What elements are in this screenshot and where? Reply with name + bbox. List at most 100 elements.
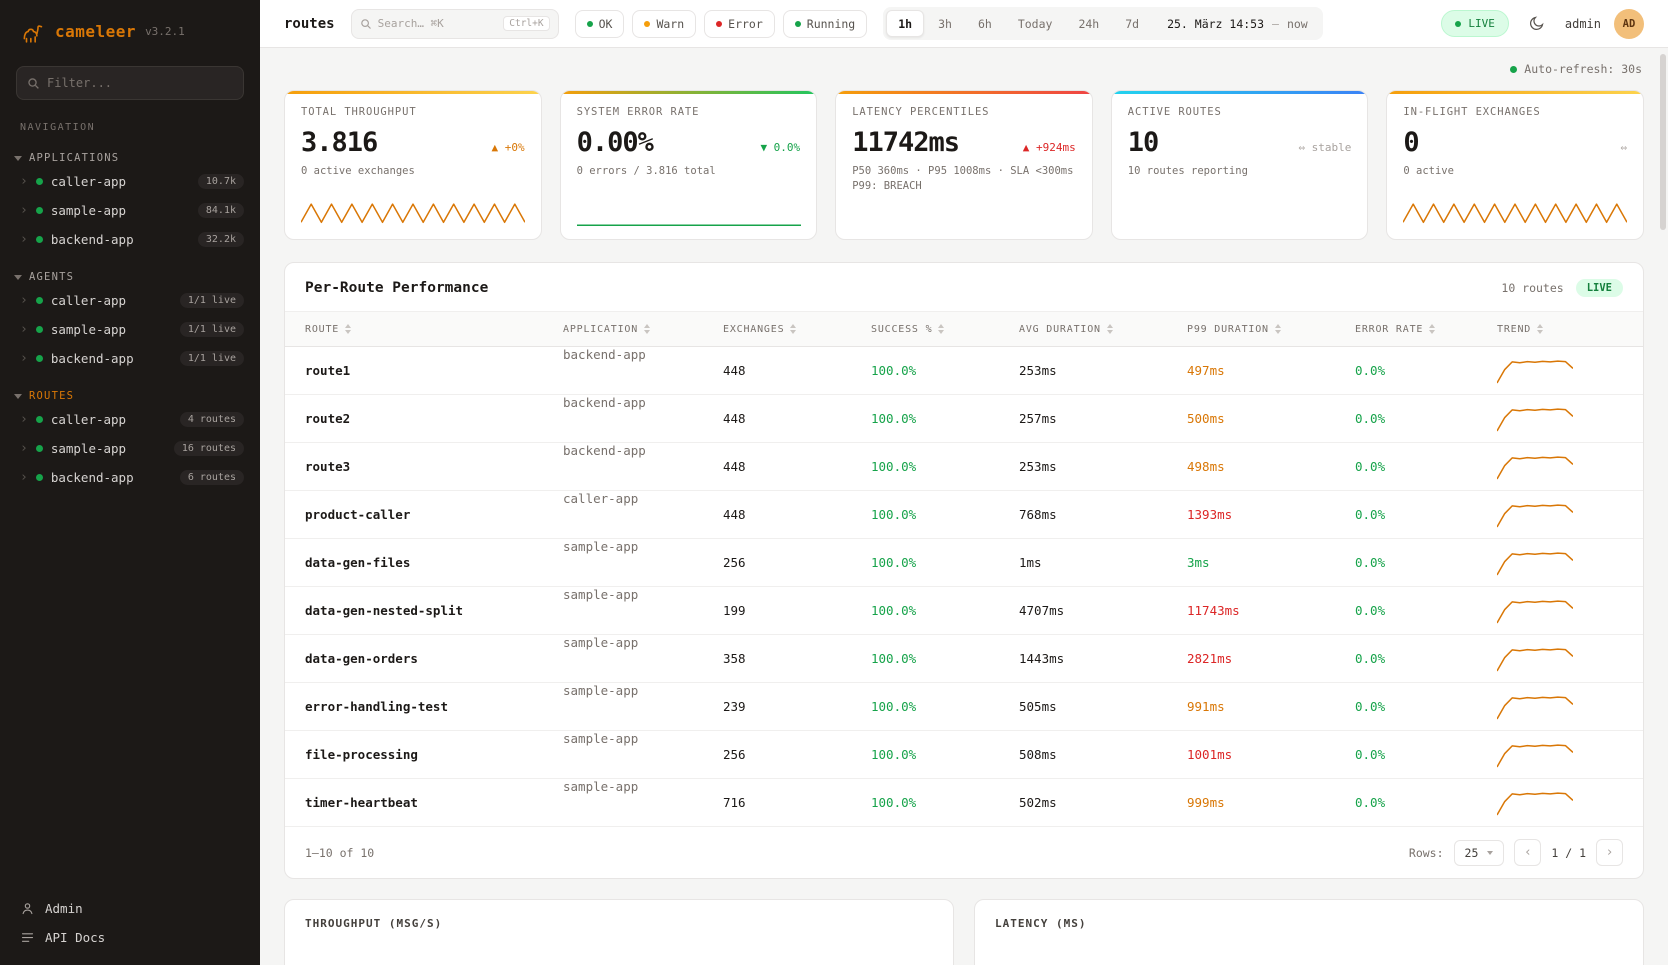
caret-down-icon — [14, 394, 22, 399]
column-header[interactable]: EXCHANGES — [723, 324, 871, 335]
sidebar-item-label: backend-app — [51, 232, 190, 247]
page-indicator: 1 / 1 — [1551, 846, 1586, 860]
scrollbar[interactable] — [1660, 54, 1666, 230]
column-header[interactable]: TREND — [1497, 324, 1623, 335]
global-search: Ctrl+K — [351, 9, 559, 39]
filter-chip[interactable]: Running — [783, 10, 867, 38]
section-header-applications[interactable]: APPLICATIONS — [0, 149, 260, 167]
range-button[interactable]: 3h — [926, 10, 964, 37]
avatar[interactable]: AD — [1614, 9, 1644, 39]
trend-sparkline — [1497, 404, 1573, 434]
column-header[interactable]: AVG DURATION — [1019, 324, 1187, 335]
table-row[interactable]: file-processing sample-app 256 100.0% 50… — [285, 731, 1643, 779]
date-range-display[interactable]: 25. März 14:53 — now — [1153, 17, 1320, 31]
column-header-label: SUCCESS % — [871, 324, 932, 335]
error-rate-sparkline — [577, 199, 801, 229]
filter-chip[interactable]: Error — [704, 10, 775, 38]
filter-chip[interactable]: Warn — [632, 10, 696, 38]
column-header-label: TREND — [1497, 324, 1531, 335]
column-header-label: ROUTE — [305, 324, 339, 335]
table-row[interactable]: data-gen-files sample-app 256 100.0% 1ms… — [285, 539, 1643, 587]
sidebar-item-application[interactable]: sample-app 84.1k — [0, 196, 260, 225]
sidebar-item-application[interactable]: caller-app 10.7k — [0, 167, 260, 196]
cell-application: sample-app — [563, 539, 723, 586]
cell-application: backend-app — [563, 443, 723, 490]
rows-per-page-select[interactable]: 25 — [1454, 840, 1505, 866]
cell-success: 100.0% — [871, 507, 1019, 522]
api-docs-link-label: API Docs — [45, 930, 105, 945]
cell-error-rate: 0.0% — [1355, 651, 1497, 666]
sidebar-item-agent[interactable]: sample-app 1/1 live — [0, 315, 260, 344]
live-dot-icon — [1455, 21, 1461, 27]
column-header[interactable]: APPLICATION — [563, 324, 723, 335]
table-row[interactable]: route2 backend-app 448 100.0% 257ms 500m… — [285, 395, 1643, 443]
sidebar-filter-input[interactable] — [47, 76, 233, 90]
chevron-right-icon — [20, 294, 28, 307]
kpi-title: ACTIVE ROUTES — [1128, 106, 1352, 118]
table-row[interactable]: data-gen-orders sample-app 358 100.0% 14… — [285, 635, 1643, 683]
column-header[interactable]: ROUTE — [305, 324, 563, 335]
navigation-label: NAVIGATION — [20, 122, 240, 133]
prev-page-button[interactable]: ‹ — [1514, 839, 1541, 866]
range-button[interactable]: 1h — [886, 10, 924, 37]
column-header[interactable]: P99 DURATION — [1187, 324, 1355, 335]
sidebar-item-application[interactable]: backend-app 32.2k — [0, 225, 260, 254]
cell-route: file-processing — [305, 747, 563, 762]
table-row[interactable]: route3 backend-app 448 100.0% 253ms 498m… — [285, 443, 1643, 491]
cell-p99-duration: 497ms — [1187, 363, 1355, 378]
app-version: v3.2.1 — [145, 25, 185, 38]
range-button[interactable]: 7d — [1113, 10, 1151, 37]
sidebar-item-route-group[interactable]: backend-app 6 routes — [0, 463, 260, 492]
status-dot — [36, 207, 43, 214]
sidebar-item-agent[interactable]: caller-app 1/1 live — [0, 286, 260, 315]
theme-toggle-button[interactable] — [1522, 9, 1552, 39]
cell-exchanges: 256 — [723, 747, 871, 762]
live-toggle[interactable]: LIVE — [1441, 10, 1509, 37]
status-dot — [644, 21, 650, 27]
admin-link[interactable]: Admin — [20, 901, 240, 916]
column-header[interactable]: ERROR RATE — [1355, 324, 1497, 335]
table-row[interactable]: timer-heartbeat sample-app 716 100.0% 50… — [285, 779, 1643, 827]
section-routes: ROUTES caller-app 4 routes sample-app — [0, 387, 260, 492]
sidebar-item-route-group[interactable]: sample-app 16 routes — [0, 434, 260, 463]
trend-sparkline — [1497, 500, 1573, 530]
cell-p99-duration: 498ms — [1187, 459, 1355, 474]
caret-down-icon — [14, 275, 22, 280]
table-live-badge: LIVE — [1576, 279, 1623, 297]
section-header-routes[interactable]: ROUTES — [0, 387, 260, 405]
table-row[interactable]: product-caller caller-app 448 100.0% 768… — [285, 491, 1643, 539]
kpi-subtext: 0 errors / 3.816 total — [577, 165, 801, 177]
live-label: LIVE — [1468, 17, 1495, 30]
cell-trend — [1497, 788, 1623, 818]
api-docs-link[interactable]: API Docs — [20, 930, 240, 945]
cell-application: sample-app — [563, 635, 723, 682]
sidebar-item-agent[interactable]: backend-app 1/1 live — [0, 344, 260, 373]
table-row[interactable]: error-handling-test sample-app 239 100.0… — [285, 683, 1643, 731]
cell-error-rate: 0.0% — [1355, 555, 1497, 570]
table-header-row: ROUTE APPLICATION EXCHANGES — [285, 311, 1643, 347]
cell-p99-duration: 999ms — [1187, 795, 1355, 810]
table-row[interactable]: data-gen-nested-split sample-app 199 100… — [285, 587, 1643, 635]
next-page-button[interactable]: › — [1596, 839, 1623, 866]
range-button[interactable]: Today — [1006, 10, 1065, 37]
cell-route: timer-heartbeat — [305, 795, 563, 810]
status-dot — [36, 178, 43, 185]
cell-error-rate: 0.0% — [1355, 507, 1497, 522]
range-button[interactable]: 6h — [966, 10, 1004, 37]
search-icon — [27, 77, 40, 90]
refresh-dot-icon — [1510, 66, 1517, 73]
filter-chip[interactable]: OK — [575, 10, 625, 38]
section-label: AGENTS — [29, 271, 74, 283]
sidebar-item-badge: 32.2k — [198, 232, 244, 247]
table-row[interactable]: route1 backend-app 448 100.0% 253ms 497m… — [285, 347, 1643, 395]
column-header-label: ERROR RATE — [1355, 324, 1423, 335]
cell-error-rate: 0.0% — [1355, 795, 1497, 810]
search-input[interactable] — [378, 17, 498, 30]
cell-avg-duration: 257ms — [1019, 411, 1187, 426]
section-header-agents[interactable]: AGENTS — [0, 268, 260, 286]
column-header[interactable]: SUCCESS % — [871, 324, 1019, 335]
sidebar-item-route-group[interactable]: caller-app 4 routes — [0, 405, 260, 434]
section-label: ROUTES — [29, 390, 74, 402]
cell-success: 100.0% — [871, 555, 1019, 570]
range-button[interactable]: 24h — [1066, 10, 1111, 37]
